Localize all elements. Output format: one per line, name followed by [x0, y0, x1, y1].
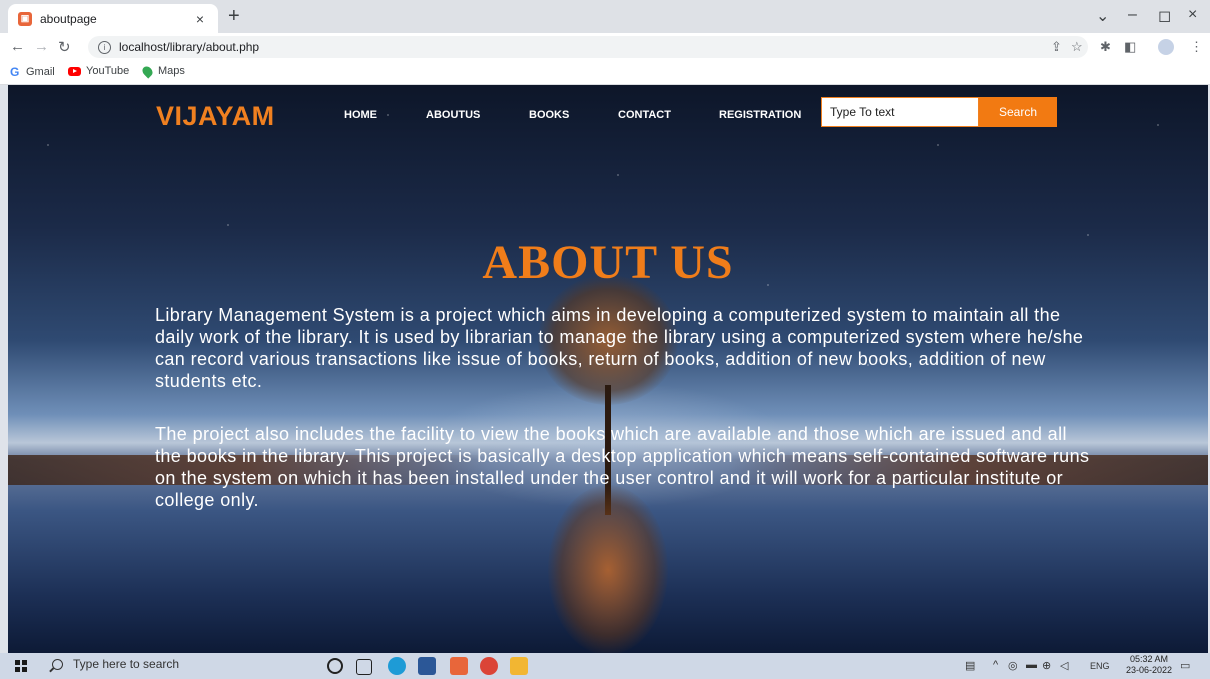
address-bar[interactable]: i localhost/library/about.php — [88, 36, 1088, 58]
notification-icon[interactable]: ▭ — [1180, 659, 1190, 672]
browser-tabstrip: ▣ aboutpage × + ⌄ – ◻ × — [0, 0, 1210, 33]
forward-arrow-icon[interactable]: → — [34, 38, 49, 55]
new-tab-button[interactable]: + — [228, 5, 240, 28]
task-view-icon[interactable] — [356, 659, 372, 675]
menu-kebab-icon[interactable]: ⋮ — [1190, 39, 1203, 55]
site-info-icon[interactable]: i — [98, 40, 111, 54]
page-title: ABOUT US — [482, 236, 734, 289]
file-explorer-icon[interactable] — [510, 657, 528, 675]
chevron-up-icon[interactable]: ^ — [993, 659, 998, 671]
url-text: localhost/library/about.php — [119, 40, 260, 54]
globe-icon[interactable]: ⊕ — [1042, 659, 1051, 672]
edge-icon[interactable] — [388, 657, 406, 675]
word-icon[interactable] — [418, 657, 436, 675]
profile-avatar-icon[interactable] — [1158, 39, 1174, 55]
windows-taskbar: Type here to search ▤ ^ ◎ ▬ ⊕ ◁ ENG 05:3… — [0, 653, 1210, 679]
about-paragraph-1: Library Management System is a project w… — [155, 305, 1084, 391]
about-page: VIJAYAM HOME ABOUTUS BOOKS CONTACT REGIS… — [8, 85, 1208, 653]
browser-toolbar: ← → ↻ i localhost/library/about.php ⇪ ☆ … — [0, 33, 1210, 61]
bookmarks-bar: G Gmail YouTube Maps — [0, 61, 1210, 85]
clock-date: 23-06-2022 — [1126, 665, 1173, 675]
bookmark-maps[interactable]: Maps — [140, 63, 185, 79]
search-input[interactable] — [821, 97, 979, 127]
close-tab-icon[interactable]: × — [192, 11, 208, 27]
cortana-icon[interactable] — [327, 658, 343, 674]
site-logo[interactable]: VIJAYAM — [156, 101, 275, 132]
maximize-button[interactable]: ◻ — [1158, 6, 1171, 26]
language-indicator[interactable]: ENG — [1090, 661, 1110, 671]
windows-start-icon[interactable] — [15, 660, 27, 672]
app-icon[interactable] — [450, 657, 468, 675]
chrome-icon[interactable] — [480, 657, 498, 675]
nav-registration[interactable]: REGISTRATION — [719, 109, 801, 121]
extensions-icon[interactable]: ✱ — [1100, 39, 1111, 55]
minimize-button[interactable]: – — [1128, 6, 1137, 24]
google-icon: G — [10, 65, 20, 79]
clock-time: 05:32 AM — [1130, 654, 1169, 664]
speaker-icon[interactable]: ◁ — [1060, 659, 1068, 672]
share-icon[interactable]: ⇪ — [1051, 39, 1062, 55]
search-icon — [52, 658, 63, 670]
about-paragraph-2: The project also includes the facility t… — [155, 424, 1090, 510]
youtube-icon — [68, 66, 81, 76]
network-icon[interactable]: ◎ — [1008, 659, 1018, 672]
bookmark-star-icon[interactable]: ☆ — [1071, 39, 1083, 55]
close-window-button[interactable]: × — [1188, 6, 1197, 24]
keyboard-icon[interactable]: ▤ — [965, 659, 975, 672]
page-favicon-icon: ▣ — [18, 11, 32, 26]
nav-aboutus[interactable]: ABOUTUS — [426, 109, 480, 121]
search-button[interactable]: Search — [979, 97, 1057, 127]
taskbar-clock[interactable]: 05:32 AM 23-06-2022 — [1126, 654, 1172, 676]
bookmark-youtube[interactable]: YouTube — [68, 65, 129, 77]
chevron-down-icon[interactable]: ⌄ — [1096, 6, 1109, 26]
nav-books[interactable]: BOOKS — [529, 109, 569, 121]
tab-title: aboutpage — [40, 11, 97, 26]
nav-contact[interactable]: CONTACT — [618, 109, 671, 121]
battery-icon[interactable]: ▬ — [1026, 659, 1037, 671]
bookmark-gmail[interactable]: G Gmail — [10, 65, 55, 79]
nav-home[interactable]: HOME — [344, 109, 377, 121]
reload-icon[interactable]: ↻ — [58, 38, 71, 56]
back-arrow-icon[interactable]: ← — [10, 38, 25, 55]
taskbar-search[interactable]: Type here to search — [52, 657, 179, 671]
maps-pin-icon — [140, 63, 155, 79]
browser-tab[interactable]: ▣ aboutpage × — [8, 4, 218, 33]
side-panel-icon[interactable]: ◧ — [1124, 39, 1136, 55]
